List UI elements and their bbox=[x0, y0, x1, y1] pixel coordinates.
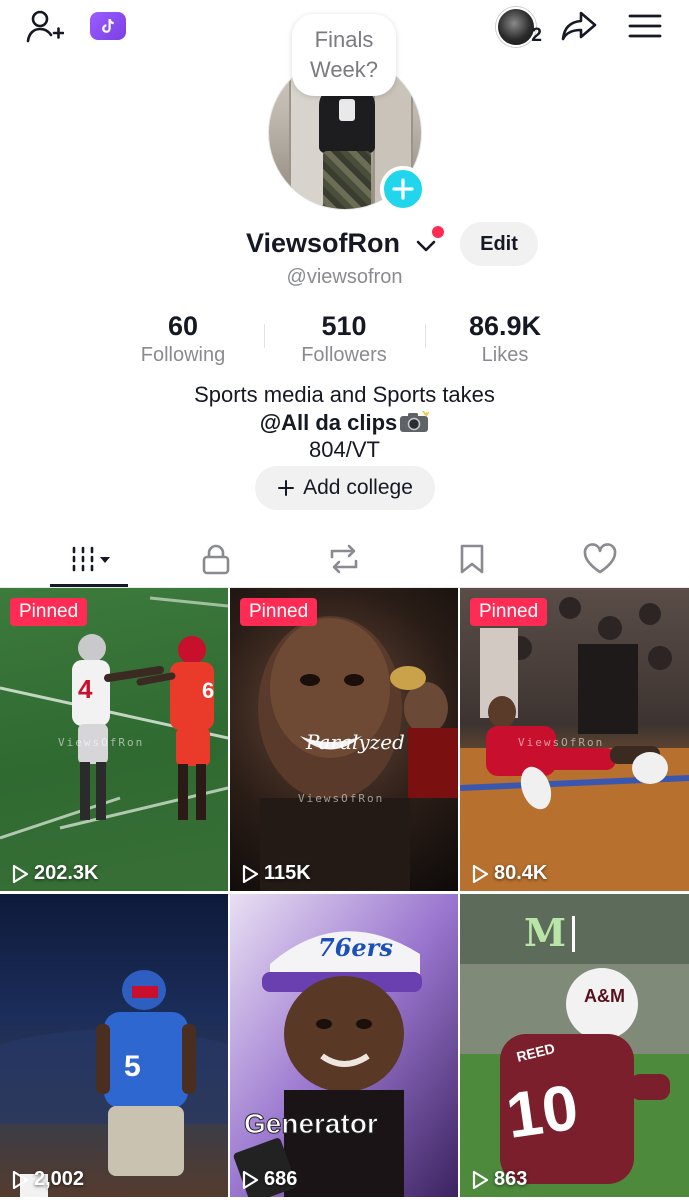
likes-stat[interactable]: 86.9K Likes bbox=[430, 310, 580, 368]
bookmark-icon bbox=[460, 544, 484, 574]
video-thumbnail: 5 bbox=[0, 970, 228, 1197]
share-icon[interactable] bbox=[558, 6, 600, 46]
svg-text:5: 5 bbox=[124, 1050, 141, 1083]
following-label: Following bbox=[140, 344, 226, 366]
play-icon bbox=[242, 864, 259, 883]
add-story-button[interactable] bbox=[380, 166, 426, 212]
add-friend-icon[interactable] bbox=[22, 6, 68, 46]
plus-icon bbox=[392, 178, 414, 200]
add-college-button[interactable]: Add college bbox=[255, 466, 435, 510]
bio-line: 804/VT bbox=[309, 437, 380, 462]
followers-stat[interactable]: 510 Followers bbox=[269, 310, 419, 368]
likes-label: Likes bbox=[481, 344, 529, 366]
username: @viewsofron bbox=[286, 266, 403, 288]
video-tile[interactable]: 4 6 ViewsOfRon Pinned 202.3K bbox=[0, 588, 228, 891]
notification-dot bbox=[432, 226, 444, 238]
bio-mention[interactable]: @All da clips bbox=[260, 410, 398, 435]
watermark: ViewsOfRon bbox=[58, 736, 145, 749]
video-caption: Generator bbox=[244, 1108, 379, 1140]
view-count: 686 bbox=[240, 1168, 297, 1191]
tab-reposts[interactable] bbox=[294, 530, 394, 588]
tiktok-live-icon[interactable] bbox=[90, 12, 126, 40]
view-count: 80.4K bbox=[470, 862, 547, 885]
stat-divider bbox=[264, 324, 265, 348]
repost-icon bbox=[330, 544, 358, 574]
view-count: 863 bbox=[470, 1168, 527, 1191]
video-thumbnail: 76ers bbox=[230, 894, 458, 1197]
logo-m: M bbox=[524, 910, 566, 955]
video-thumbnail: M A&M REED 10 bbox=[460, 894, 689, 1197]
video-tile[interactable]: 5 2,002 bbox=[0, 894, 228, 1197]
view-count: 2,002 bbox=[10, 1168, 84, 1191]
tab-private[interactable] bbox=[166, 530, 266, 588]
following-count: 60 bbox=[167, 311, 199, 341]
bio-mention-line[interactable]: @All da clips bbox=[0, 409, 689, 437]
following-stat[interactable]: 60 Following bbox=[108, 310, 258, 368]
play-icon bbox=[12, 1170, 29, 1189]
pinned-badge: Pinned bbox=[10, 598, 88, 626]
video-tile[interactable]: M A&M REED 10 863 bbox=[460, 894, 689, 1197]
svg-text:76ers: 76ers bbox=[318, 933, 393, 962]
likes-count: 86.9K bbox=[468, 311, 542, 341]
svg-text:10: 10 bbox=[502, 1071, 583, 1152]
video-tile[interactable]: ViewsOfRon Pinned 80.4K bbox=[460, 588, 689, 891]
plus-icon bbox=[278, 480, 295, 496]
stat-divider bbox=[425, 324, 426, 348]
play-icon bbox=[472, 1170, 489, 1189]
tab-videos[interactable] bbox=[36, 530, 136, 588]
followers-count: 510 bbox=[321, 311, 367, 341]
svg-text:6: 6 bbox=[202, 678, 214, 703]
avatar bbox=[496, 7, 536, 47]
note-line: Finals bbox=[314, 27, 374, 52]
live-badge bbox=[90, 12, 126, 40]
video-caption: Paralyzed bbox=[306, 730, 405, 754]
video-tile[interactable]: 76ers Generator 686 bbox=[230, 894, 458, 1197]
watermark: ViewsOfRon bbox=[518, 736, 605, 749]
edit-profile-button[interactable]: Edit bbox=[460, 222, 538, 266]
play-icon bbox=[12, 864, 29, 883]
camera-flash-icon bbox=[400, 411, 430, 432]
view-count: 115K bbox=[240, 862, 311, 885]
tab-favorites[interactable] bbox=[422, 530, 522, 588]
chevron-down-icon[interactable] bbox=[414, 234, 438, 258]
story-viewers-avatar[interactable]: 2 bbox=[494, 5, 542, 49]
bio-line: Sports media and Sports takes bbox=[194, 382, 495, 407]
display-name[interactable]: ViewsofRon bbox=[246, 228, 400, 259]
lock-icon bbox=[202, 544, 230, 575]
watermark: ViewsOfRon bbox=[298, 792, 385, 805]
tab-liked[interactable] bbox=[550, 530, 650, 588]
pinned-badge: Pinned bbox=[470, 598, 548, 626]
svg-text:4: 4 bbox=[78, 674, 93, 704]
add-college-label: Add college bbox=[303, 476, 413, 499]
video-tile[interactable]: Paralyzed ViewsOfRon Pinned 115K bbox=[230, 588, 458, 891]
svg-text:A&M: A&M bbox=[584, 986, 625, 1006]
story-count: 2 bbox=[531, 25, 542, 46]
note-line: Week? bbox=[309, 57, 379, 82]
pinned-badge: Pinned bbox=[240, 598, 318, 626]
note-bubble[interactable]: Finals Week? bbox=[292, 14, 396, 96]
play-icon bbox=[242, 1170, 259, 1189]
menu-icon[interactable] bbox=[624, 6, 666, 46]
view-count: 202.3K bbox=[10, 862, 99, 885]
play-icon bbox=[472, 864, 489, 883]
video-grid-icon bbox=[72, 546, 110, 572]
heart-icon bbox=[583, 543, 617, 574]
followers-label: Followers bbox=[301, 344, 387, 366]
